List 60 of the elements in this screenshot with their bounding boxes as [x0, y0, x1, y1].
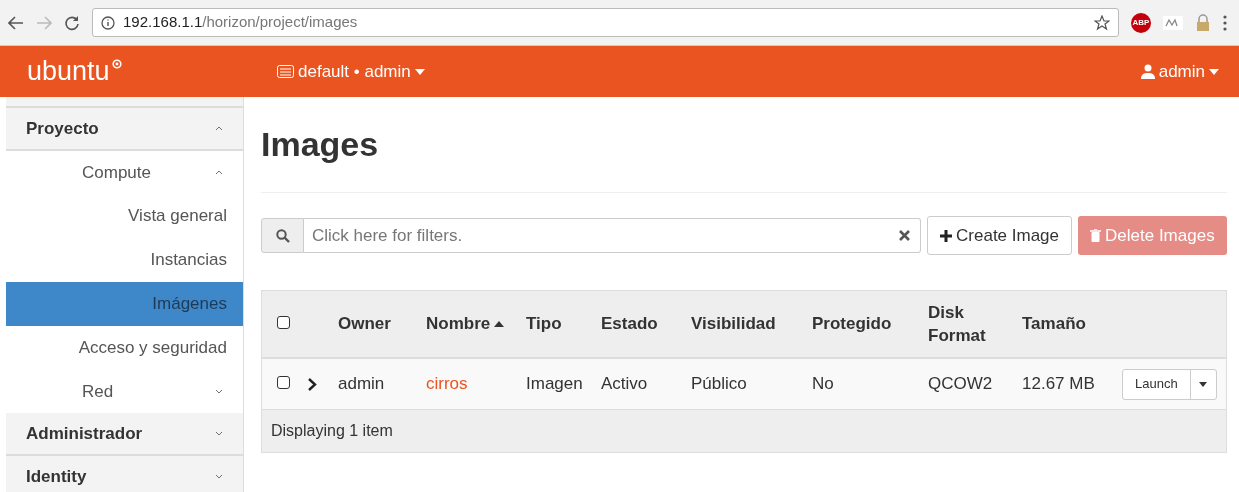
- checkbox[interactable]: [277, 316, 290, 329]
- address-bar[interactable]: 192.168.1.1/horizon/project/images: [92, 8, 1119, 37]
- column-header[interactable]: Protegido: [812, 312, 892, 335]
- column-header[interactable]: Visibilidad: [691, 312, 776, 335]
- filter-input[interactable]: Click here for filters.: [304, 218, 922, 253]
- project-menu[interactable]: default • admin: [277, 58, 425, 85]
- create-image-button[interactable]: Create Image: [927, 216, 1073, 255]
- clear-icon[interactable]: [899, 230, 911, 241]
- checkbox[interactable]: [277, 376, 290, 390]
- search-addon[interactable]: [261, 218, 304, 253]
- expand-row-icon[interactable]: [308, 377, 317, 391]
- table-cell-text: admin: [338, 373, 386, 396]
- info-icon: [101, 15, 115, 30]
- more-icon[interactable]: [1223, 14, 1227, 31]
- extension-badge[interactable]: ABP: [1131, 12, 1151, 33]
- chevron-down-icon: [215, 474, 223, 479]
- table-cell-text: 12.67 MB: [1022, 373, 1096, 396]
- caret-icon: [1209, 68, 1219, 75]
- sidebar-item[interactable]: Vista general: [6, 194, 243, 238]
- user-menu[interactable]: admin: [1140, 58, 1219, 85]
- user-icon: [1140, 64, 1155, 79]
- sidebar-section[interactable]: Administrador: [6, 413, 243, 456]
- ubuntu-logo[interactable]: ubuntu: [27, 51, 110, 92]
- back-icon[interactable]: [8, 15, 24, 30]
- trash-icon: [1090, 229, 1102, 242]
- column-header[interactable]: Nombre: [426, 312, 505, 335]
- sidebar-section[interactable]: Proyecto: [6, 108, 243, 151]
- page-title: Images: [261, 97, 1227, 193]
- sidebar-item[interactable]: Compute: [6, 151, 243, 194]
- plus-icon: [940, 229, 953, 242]
- chevron-up-icon: [215, 126, 223, 131]
- sidebar-item[interactable]: Red: [6, 370, 243, 413]
- caret-icon: [414, 68, 425, 75]
- column-header[interactable]: Tipo: [526, 312, 562, 335]
- sort-icon: [494, 320, 505, 327]
- url-text: 192.168.1.1/horizon/project/images: [123, 12, 359, 33]
- sidebar-item[interactable]: Acceso y seguridad: [6, 326, 243, 370]
- table-cell-text: No: [812, 373, 835, 396]
- column-header[interactable]: Estado: [601, 312, 658, 335]
- column-header[interactable]: Tamaño: [1022, 312, 1086, 335]
- table-cell-text: Activo: [601, 373, 649, 396]
- column-header[interactable]: Owner: [338, 312, 391, 335]
- circle-of-friends-icon: [111, 59, 122, 70]
- table-cell-text: Público: [691, 373, 748, 396]
- chevron-down-icon: [215, 389, 223, 394]
- table-cell-text: QCOW2: [928, 373, 994, 396]
- extension-icon[interactable]: [1163, 15, 1183, 30]
- table-footer-text: Displaying 1 item: [271, 421, 393, 441]
- table-cell-text: Imagen: [526, 373, 584, 396]
- chevron-up-icon: [215, 170, 223, 175]
- star-icon[interactable]: [1094, 14, 1110, 31]
- search-icon: [275, 228, 290, 243]
- column-header[interactable]: Disk Format: [928, 301, 986, 347]
- chevron-down-icon: [215, 431, 223, 436]
- reload-icon[interactable]: [64, 14, 80, 31]
- image-name-link[interactable]: cirros: [426, 374, 468, 394]
- sidebar-item[interactable]: Instancias: [6, 238, 243, 282]
- caret-icon: [1199, 381, 1208, 387]
- list-icon: [277, 65, 294, 78]
- sidebar-section[interactable]: Identity: [6, 456, 243, 492]
